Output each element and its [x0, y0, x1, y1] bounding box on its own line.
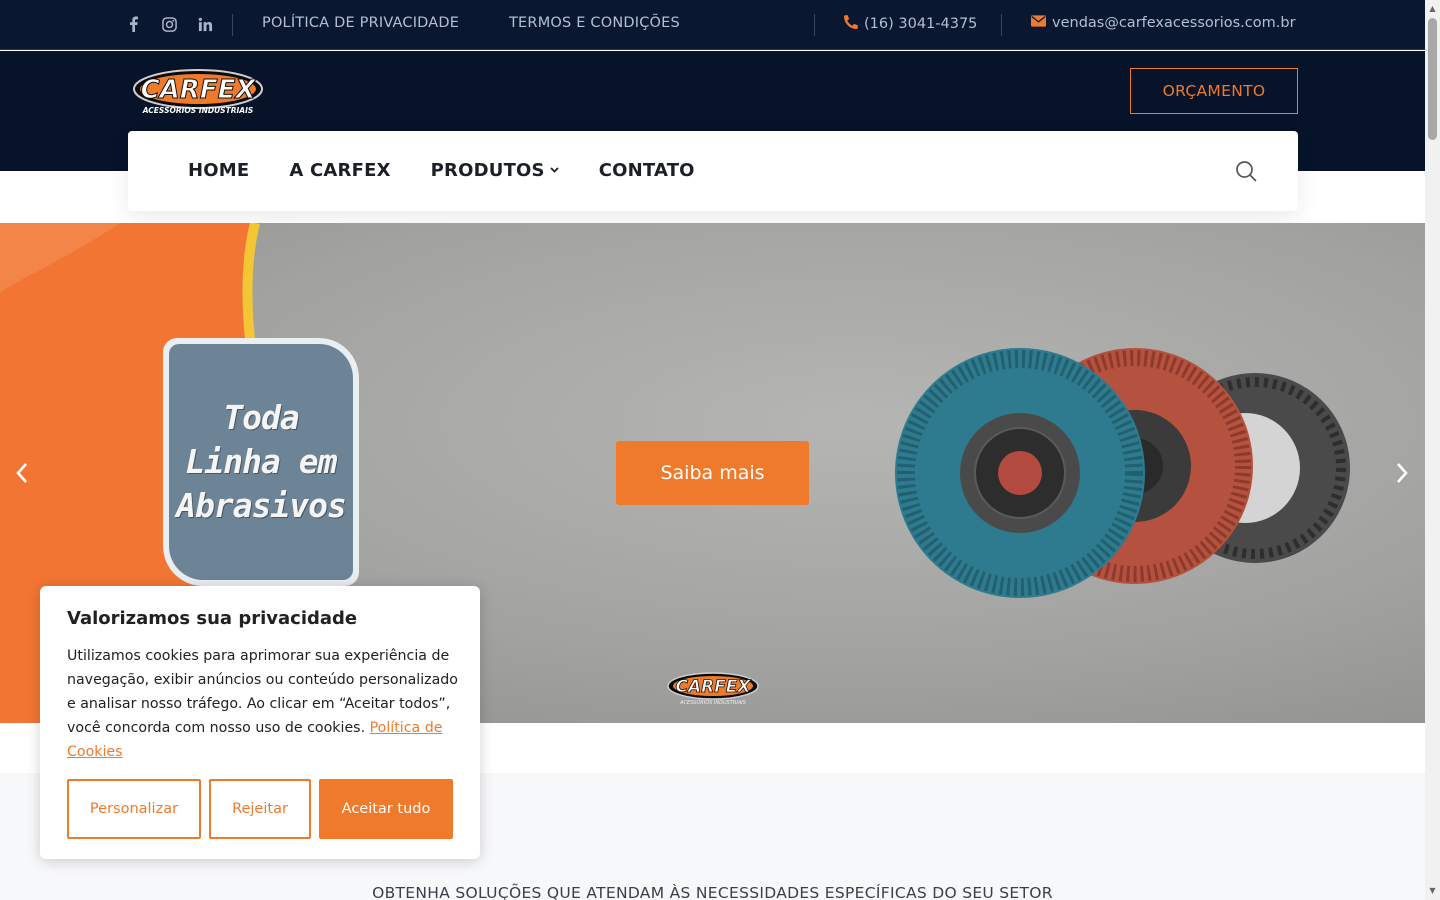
search-icon[interactable]	[1234, 159, 1258, 183]
scroll-down-arrow[interactable]: ▼	[1428, 886, 1437, 895]
slider-prev-arrow[interactable]	[14, 461, 30, 492]
top-bar: POLÍTICA DE PRIVACIDADE TERMOS E CONDIÇÕ…	[0, 0, 1425, 50]
cookie-title: Valorizamos sua privacidade	[67, 608, 358, 629]
logo-wordmark: CARFEX	[141, 75, 258, 105]
card-line: Toda	[223, 398, 299, 437]
divider	[232, 14, 233, 36]
solutions-heading: OBTENHA SOLUÇÕES QUE ATENDAM ÀS NECESSID…	[372, 884, 1053, 900]
nav-menu: HOME A CARFEX PRODUTOS CONTATO	[188, 160, 695, 181]
facebook-icon[interactable]	[124, 14, 142, 34]
slider-next-arrow[interactable]	[1394, 461, 1410, 492]
terms-link[interactable]: TERMOS E CONDIÇÕES	[509, 15, 680, 31]
nav-label: A CARFEX	[289, 160, 391, 181]
logo-tagline: ACESSÓRIOS INDUSTRIAIS	[142, 106, 254, 115]
reject-button[interactable]: Rejeitar	[209, 779, 311, 839]
hero-carfex-logo: CARFEX ACESSÓRIOS INDUSTRIAIS	[667, 672, 759, 706]
card-line: Linha em	[185, 442, 338, 481]
phone-number: (16) 3041-4375	[864, 16, 978, 32]
nav-item-a-carfex[interactable]: A CARFEX	[289, 160, 390, 181]
divider	[814, 14, 815, 36]
nav-item-produtos[interactable]: PRODUTOS	[431, 160, 559, 181]
scroll-thumb[interactable]	[1428, 18, 1437, 140]
saiba-mais-button[interactable]: Saiba mais	[616, 441, 809, 505]
social-links	[124, 14, 214, 34]
accept-all-button[interactable]: Aceitar tudo	[319, 779, 453, 839]
card-line: Abrasivos	[176, 486, 347, 525]
abrasives-card: Toda Linha em Abrasivos	[163, 338, 359, 586]
envelope-icon	[1031, 15, 1046, 31]
abrasives-card-face: Toda Linha em Abrasivos	[169, 344, 353, 580]
privacy-policy-link[interactable]: POLÍTICA DE PRIVACIDADE	[262, 15, 459, 31]
email-contact[interactable]: vendas@carfexacessorios.com.br	[1031, 15, 1296, 31]
hero-logo-tagline: ACESSÓRIOS INDUSTRIAIS	[679, 699, 747, 706]
instagram-icon[interactable]	[160, 14, 178, 34]
main-navigation: HOME A CARFEX PRODUTOS CONTATO	[128, 131, 1298, 211]
hero-logo-wordmark: CARFEX	[675, 677, 751, 697]
carfex-logo[interactable]: CARFEX ACESSÓRIOS INDUSTRIAIS	[132, 69, 264, 115]
phone-icon	[844, 14, 859, 33]
abrasive-discs-image	[895, 348, 1350, 598]
divider	[1001, 14, 1002, 36]
email-address: vendas@carfexacessorios.com.br	[1052, 15, 1296, 31]
nav-label: CONTATO	[598, 160, 695, 181]
nav-label: PRODUTOS	[430, 160, 545, 181]
cookie-consent-dialog: Valorizamos sua privacidade Utilizamos c…	[40, 586, 480, 859]
page-scrollbar[interactable]: ▲ ▼	[1425, 0, 1440, 900]
chevron-down-icon	[550, 165, 559, 176]
customize-button[interactable]: Personalizar	[67, 779, 201, 839]
phone-contact[interactable]: (16) 3041-4375	[844, 14, 978, 33]
linkedin-icon[interactable]	[196, 14, 214, 34]
nav-label: HOME	[188, 160, 250, 181]
nav-item-contato[interactable]: CONTATO	[599, 160, 695, 181]
nav-item-home[interactable]: HOME	[188, 160, 249, 181]
scroll-up-arrow[interactable]: ▲	[1428, 4, 1437, 13]
cookie-message: Utilizamos cookies para aprimorar sua ex…	[67, 644, 459, 764]
quote-button[interactable]: ORÇAMENTO	[1130, 68, 1298, 114]
